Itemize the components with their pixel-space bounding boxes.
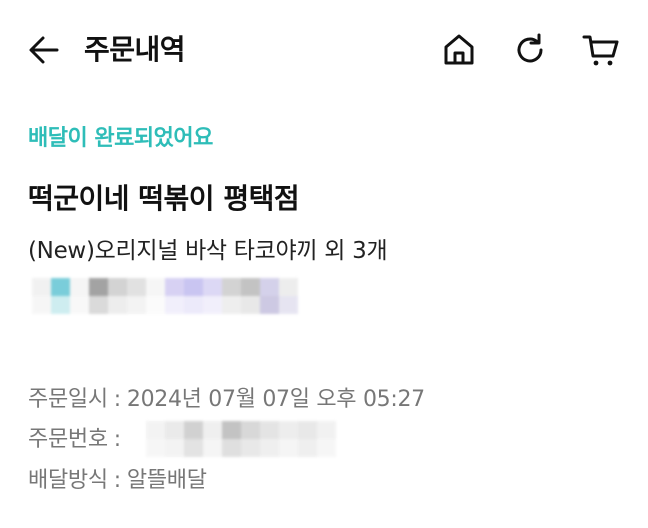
- order-date-separator: :: [113, 387, 121, 412]
- delivery-method-separator: :: [113, 468, 121, 493]
- refresh-button[interactable]: [508, 28, 552, 72]
- order-items-summary: (New)오리지널 바삭 타코야끼 외 3개: [28, 238, 388, 264]
- home-icon: [444, 34, 474, 65]
- cart-button[interactable]: [579, 28, 623, 72]
- delivery-method-row: 배달방식: 알뜰배달: [28, 466, 207, 496]
- redacted-order-number: [146, 421, 336, 457]
- order-date-label: 주문일시: [28, 387, 108, 412]
- store-name[interactable]: 떡군이네 떡볶이 평택점: [28, 180, 300, 218]
- order-date-row: 주문일시:2024년 07월 07일 오후 05:27: [28, 385, 425, 415]
- home-button[interactable]: [437, 28, 481, 72]
- app-bar: 주문내역: [0, 0, 648, 100]
- page-title: 주문내역: [84, 33, 186, 66]
- back-arrow-icon: [29, 36, 59, 64]
- order-number-row: 주문번호:: [28, 425, 127, 455]
- order-number-label: 주문번호: [28, 427, 108, 452]
- delivery-status-text: 배달이 완료되었어요: [28, 126, 213, 151]
- order-date-value: 2024년 07월 07일 오후 05:27: [126, 387, 425, 412]
- refresh-icon: [517, 33, 543, 63]
- back-button[interactable]: [22, 28, 66, 72]
- delivery-method-label: 배달방식: [28, 468, 108, 493]
- redacted-area: [32, 278, 298, 314]
- order-number-separator: :: [113, 427, 121, 452]
- delivery-method-value: 알뜰배달: [126, 468, 207, 493]
- cart-icon: [582, 35, 619, 66]
